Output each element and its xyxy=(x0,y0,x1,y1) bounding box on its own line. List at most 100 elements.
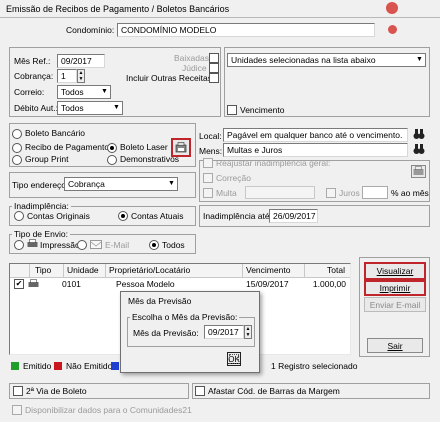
binoculars-icon[interactable] xyxy=(413,143,425,155)
segunda-via-label: 2ª Via de Boleto xyxy=(26,386,87,396)
correio-value: Todos xyxy=(61,87,84,97)
todos-radio[interactable] xyxy=(149,240,159,250)
email-label: E-Mail xyxy=(105,240,130,250)
outras-receitas-checkbox[interactable] xyxy=(209,73,219,83)
local-label: Local: xyxy=(199,131,222,141)
contas-originais-radio[interactable] xyxy=(14,211,24,221)
demonstrativos-radio[interactable] xyxy=(107,155,117,165)
visualizar-button[interactable]: Visualizar xyxy=(364,262,426,280)
chevron-down-icon: ▼ xyxy=(166,178,177,190)
boleto-laser-radio[interactable] xyxy=(107,143,117,153)
column-header-vencimento[interactable]: Vencimento xyxy=(243,264,305,278)
multa-field[interactable] xyxy=(245,186,315,199)
juros-label: Juros xyxy=(339,188,360,198)
nao-emitido-legend-swatch xyxy=(54,362,62,370)
close-icon[interactable] xyxy=(386,2,398,14)
mes-previsao-dialog: Mês da Previsão Escolha o Mês da Previsã… xyxy=(120,291,260,373)
multa-label: Multa xyxy=(216,188,237,198)
segunda-via-checkbox[interactable] xyxy=(13,386,23,396)
multa-checkbox[interactable] xyxy=(203,188,213,198)
dialog-label: Mês da Previsão: xyxy=(133,328,199,338)
column-header-proprietario[interactable]: Proprietário/Locatário xyxy=(106,264,243,278)
chevron-down-icon: ▼ xyxy=(99,86,110,98)
cobranca-value: 1 xyxy=(61,71,66,81)
juros-checkbox[interactable] xyxy=(326,188,336,198)
recibo-pagamento-radio[interactable] xyxy=(12,143,22,153)
baixadas-checkbox[interactable] xyxy=(209,53,219,63)
nao-emitido-legend-label: Não Emitido xyxy=(66,361,113,371)
group-print-label: Group Print xyxy=(25,154,69,164)
imprimir-button[interactable]: Imprimir xyxy=(364,280,426,296)
endereco-value: Cobrança xyxy=(68,179,105,189)
boleto-bancario-label: Boleto Bancário xyxy=(25,128,86,138)
printer-icon xyxy=(28,279,39,289)
mes-ref-field[interactable]: 09/2017 xyxy=(57,54,105,68)
disponibilizar-checkbox[interactable] xyxy=(12,405,22,415)
inadimplencia-ate-label: Inadimplência até: xyxy=(203,211,272,221)
sair-label: Sair xyxy=(387,340,403,351)
dialog-spin-buttons[interactable]: ▲ ▼ xyxy=(244,325,252,339)
window-title: Emissão de Recibos de Pagamento / Boleto… xyxy=(6,4,230,14)
afastar-label: Afastar Cód. de Barras da Margem xyxy=(208,386,340,396)
correio-label: Correio: xyxy=(14,87,45,97)
debito-select[interactable]: Todos ▼ xyxy=(57,101,123,115)
mes-ref-label: Mês Ref.: xyxy=(14,56,51,66)
condominio-field[interactable]: CONDOMÍNIO MODELO xyxy=(117,23,375,37)
envio-group-title: Tipo de Envio: xyxy=(12,229,71,239)
column-header-tipo[interactable]: Tipo xyxy=(30,264,64,278)
contas-atuais-label: Contas Atuais xyxy=(131,211,184,221)
title-separator xyxy=(0,17,440,18)
emitido-legend-label: Emitido xyxy=(23,361,52,371)
disponibilizar-label: Disponibilizar dados para o Comunidades2… xyxy=(25,405,192,415)
dialog-group-title: Escolha o Mês da Previsão: xyxy=(130,312,240,322)
cell-proprietario: Pessoa Modelo xyxy=(116,279,175,289)
row-checkbox[interactable]: ✔ xyxy=(14,279,24,289)
chevron-down-icon: ▼ xyxy=(111,102,122,114)
chevron-down-icon: ▼ xyxy=(414,54,425,66)
enviar-email-button[interactable]: Enviar E-mail xyxy=(364,297,426,312)
correio-select[interactable]: Todos ▼ xyxy=(57,85,111,99)
unidades-select[interactable]: Unidades selecionadas na lista abaixo ▼ xyxy=(227,53,426,67)
dialog-month-field[interactable]: 09/2017 xyxy=(204,325,244,339)
contas-atuais-radio[interactable] xyxy=(118,211,128,221)
impressao-radio[interactable] xyxy=(14,240,24,250)
condominio-label: Condomínio: xyxy=(66,25,115,35)
debito-label: Débito Aut.: xyxy=(14,103,58,113)
endereco-select[interactable]: Cobrança ▼ xyxy=(64,177,178,191)
inadimplencia-group-title: Inadimplência: xyxy=(12,201,71,211)
dialog-ok-label: OK xyxy=(228,354,240,364)
dialog-ok-button[interactable]: OK xyxy=(227,352,241,366)
sair-button[interactable]: Sair xyxy=(367,338,423,353)
judice-checkbox[interactable] xyxy=(209,63,219,73)
emitido-legend-swatch xyxy=(11,362,19,370)
juros-field[interactable] xyxy=(362,186,388,199)
cell-vencimento: 15/09/2017 xyxy=(246,279,289,289)
laser-config-button[interactable] xyxy=(171,138,191,157)
column-header-unidade[interactable]: Unidade xyxy=(64,264,106,278)
table-row[interactable]: ✔ 0101 Pessoa Modelo 15/09/2017 1.000,00 xyxy=(10,278,350,290)
mens-field[interactable]: Multas e Juros xyxy=(223,143,408,157)
correcao-label: Correção xyxy=(216,173,251,183)
cobranca-spinner[interactable]: 1 xyxy=(57,69,77,83)
reajustar-checkbox[interactable] xyxy=(203,158,213,168)
cell-total: 1.000,00 xyxy=(312,279,346,289)
recibo-pagamento-label: Recibo de Pagamento xyxy=(25,142,110,152)
ao-mes-label: % ao mês xyxy=(391,188,429,198)
printer-settings-icon[interactable] xyxy=(411,165,426,178)
cobranca-spin-buttons[interactable]: ▲ ▼ xyxy=(77,69,85,83)
local-field[interactable]: Pagável em qualquer banco até o vencimen… xyxy=(223,128,408,142)
outras-receitas-label: Incluir Outras Receitas xyxy=(126,73,212,83)
run-icon[interactable] xyxy=(388,25,397,34)
boleto-bancario-radio[interactable] xyxy=(12,129,22,139)
email-radio[interactable] xyxy=(77,240,87,250)
group-print-radio[interactable] xyxy=(12,155,22,165)
vencimento-checkbox[interactable] xyxy=(227,105,237,115)
inadimplencia-ate-field[interactable]: 26/09/2017 xyxy=(269,209,318,223)
correcao-checkbox[interactable] xyxy=(203,173,213,183)
impressao-label: Impressão xyxy=(40,240,80,250)
boleto-laser-label: Boleto Laser xyxy=(120,142,168,152)
binoculars-icon[interactable] xyxy=(413,128,425,140)
settings-icon xyxy=(175,142,187,153)
afastar-checkbox[interactable] xyxy=(195,386,205,396)
column-header-total[interactable]: Total xyxy=(305,264,350,278)
